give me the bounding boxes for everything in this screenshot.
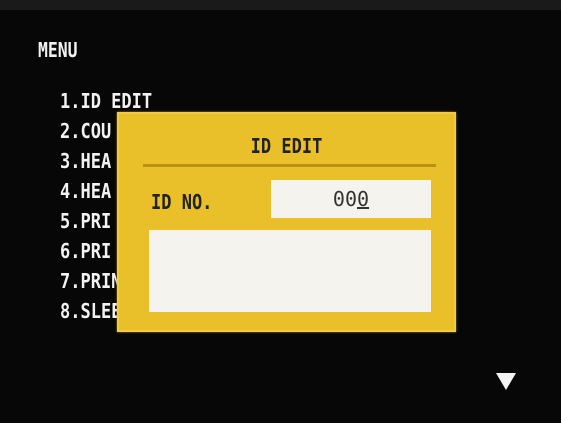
- menu-title: MENU: [38, 38, 78, 62]
- screen-bezel: [0, 0, 561, 10]
- id-edit-dialog: ID EDIT ID NO. 000: [117, 112, 456, 332]
- id-number-cursor-digit: 0: [357, 187, 370, 211]
- scroll-down-icon[interactable]: [496, 373, 516, 390]
- dialog-title: ID EDIT: [250, 134, 323, 158]
- id-number-label: ID NO.: [151, 190, 213, 214]
- lcd-screen: MENU 1.ID EDIT 2.COU 3.HEA 4.HEA 5.PRI 6…: [0, 0, 561, 423]
- id-number-field[interactable]: 000: [271, 180, 431, 218]
- id-number-value: 00: [332, 187, 358, 211]
- dialog-message-area: [149, 230, 431, 312]
- dialog-divider: [143, 164, 436, 167]
